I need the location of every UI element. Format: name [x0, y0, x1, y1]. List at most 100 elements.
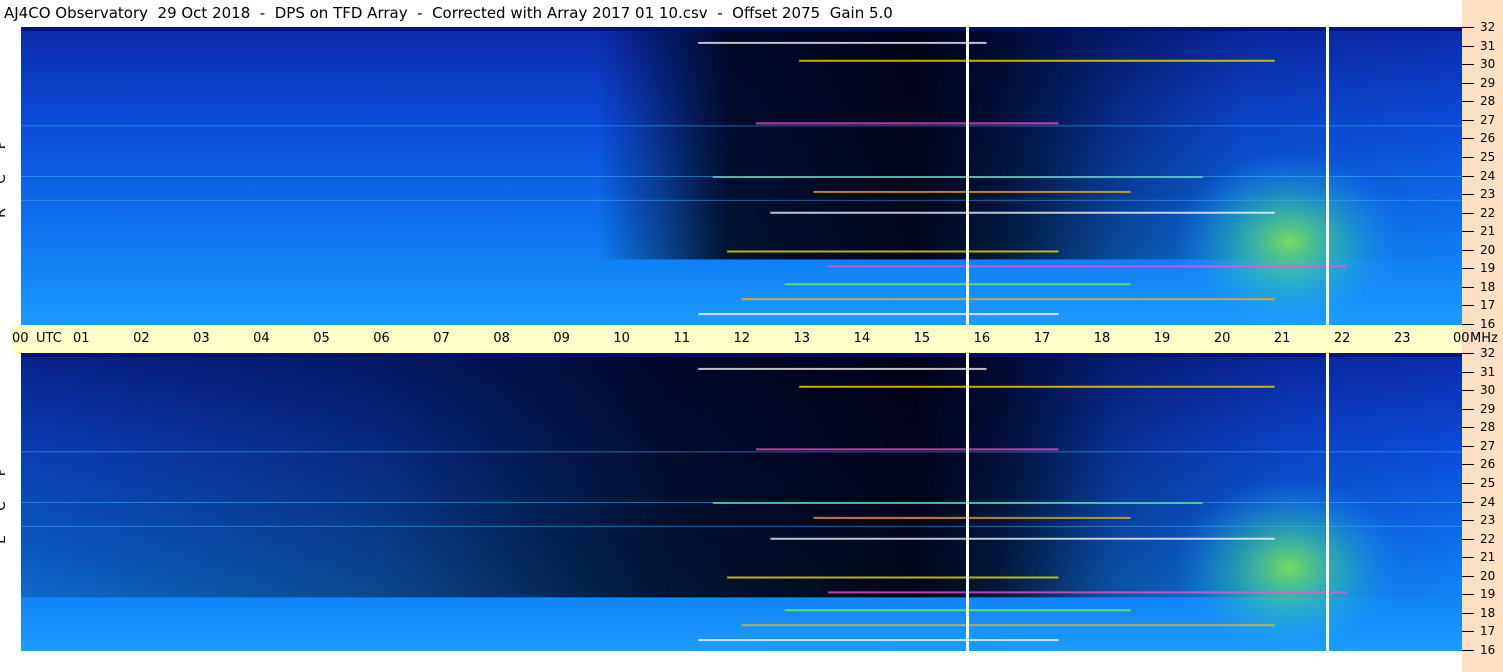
freq-tick-label: 29 — [1480, 401, 1496, 416]
freq-tick — [1462, 575, 1474, 577]
time-tick-label: 08 — [493, 331, 510, 346]
lcp-letter-c: C — [0, 498, 27, 514]
freq-tick-label: 21 — [1480, 224, 1496, 239]
freq-tick-label: 28 — [1480, 420, 1496, 435]
freq-tick-label: 30 — [1480, 57, 1496, 72]
time-tick-label: 01 — [73, 331, 90, 346]
freq-tick — [1462, 175, 1474, 177]
freq-tick — [1462, 156, 1474, 158]
rcp-letter-r: R — [0, 205, 27, 221]
freq-tick — [1462, 538, 1474, 540]
chart-title: AJ4CO Observatory 29 Oct 2018 - DPS on T… — [4, 4, 893, 22]
freq-tick — [1462, 82, 1474, 84]
carrier-line — [21, 525, 1462, 527]
interference-line — [770, 211, 1275, 214]
freq-tick-label: 32 — [1480, 20, 1496, 34]
freq-tick-label: 25 — [1480, 475, 1496, 490]
freq-tick-label: 26 — [1480, 131, 1496, 146]
freq-tick-label: 16 — [1480, 317, 1496, 331]
time-marker-line — [965, 27, 969, 325]
freq-tick-label: 27 — [1480, 438, 1496, 453]
freq-tick — [1462, 45, 1474, 47]
freq-tick — [1462, 482, 1474, 484]
time-tick-label: 14 — [853, 331, 871, 346]
time-marker-line — [965, 353, 969, 651]
freq-tick-label: 22 — [1480, 205, 1496, 220]
freq-tick-label: 31 — [1480, 38, 1496, 53]
interference-line — [755, 448, 1059, 451]
band-edge — [21, 353, 1462, 357]
freq-tick — [1462, 249, 1474, 251]
interference-line — [755, 122, 1059, 125]
freq-tick — [1462, 501, 1474, 503]
freq-tick-label: 32 — [1480, 346, 1496, 360]
freq-tick-label: 22 — [1480, 531, 1496, 546]
freq-tick-label: 20 — [1480, 568, 1496, 583]
interference-line — [727, 576, 1059, 579]
freq-tick — [1462, 427, 1474, 429]
freq-tick — [1462, 212, 1474, 214]
time-tick-label: 16 — [973, 331, 991, 346]
carrier-line — [21, 502, 1462, 503]
freq-tick-label: 29 — [1480, 75, 1496, 90]
freq-tick-label: 28 — [1480, 94, 1496, 109]
freq-tick-label: 17 — [1480, 298, 1496, 313]
interference-line — [727, 250, 1059, 253]
time-tick-label: 13 — [793, 331, 811, 346]
freq-tick — [1462, 305, 1474, 307]
freq-unit-label: MHz — [1470, 331, 1498, 346]
freq-tick — [1462, 268, 1474, 270]
freq-tick — [1462, 557, 1474, 559]
interference-line — [770, 537, 1275, 540]
carrier-line — [21, 199, 1462, 201]
interference-line — [827, 591, 1347, 594]
interference-line — [813, 190, 1131, 193]
interference-line — [784, 283, 1131, 286]
freq-tick — [1462, 119, 1474, 121]
time-tick-label: 09 — [553, 331, 570, 346]
freq-tick-label: 30 — [1480, 383, 1496, 398]
freq-tick-label: 20 — [1480, 242, 1496, 257]
freq-tick — [1462, 612, 1474, 614]
time-tick-label: 02 — [133, 331, 150, 346]
interference-line — [799, 59, 1275, 62]
freq-tick — [1462, 445, 1474, 447]
freq-tick — [1462, 650, 1474, 651]
interference-line — [784, 609, 1131, 612]
freq-tick-label: 25 — [1480, 149, 1496, 164]
freq-tick — [1462, 101, 1474, 103]
freq-tick-label: 19 — [1480, 261, 1496, 276]
interference-line — [698, 41, 987, 44]
freq-tick-label: 18 — [1480, 279, 1496, 294]
rcp-letter-p: P — [0, 137, 27, 153]
freq-tick — [1462, 390, 1474, 392]
time-marker-line — [1325, 27, 1329, 325]
time-tick-label: 23 — [1393, 331, 1411, 346]
lcp-letter-l: L — [0, 532, 27, 548]
time-tick-label: 03 — [193, 331, 210, 346]
rcp-label: P C R — [0, 128, 18, 230]
freq-tick-label: 26 — [1480, 457, 1496, 472]
freq-tick-label: 24 — [1480, 168, 1496, 183]
spectrogram-lcp — [21, 353, 1462, 651]
time-tick-label: 10 — [613, 331, 630, 346]
band-edge — [21, 27, 1462, 31]
carrier-line — [21, 451, 1462, 453]
spectrogram-lcp-canvas — [21, 353, 1462, 651]
freq-tick-label: 18 — [1480, 605, 1496, 620]
spectrogram-rcp-canvas — [21, 27, 1462, 325]
time-tick-label: 22 — [1333, 331, 1351, 346]
rcp-letter-c: C — [0, 171, 27, 187]
freq-tick-label: 23 — [1480, 513, 1496, 528]
freq-tick — [1462, 138, 1474, 140]
time-unit-label: UTC — [36, 331, 62, 346]
carrier-line — [21, 125, 1462, 127]
freq-tick-label: 23 — [1480, 187, 1496, 202]
carrier-line — [21, 176, 1462, 177]
freq-tick — [1462, 464, 1474, 466]
freq-tick — [1462, 353, 1474, 354]
interference-line — [741, 298, 1275, 301]
freq-tick — [1462, 27, 1474, 28]
freq-tick — [1462, 324, 1474, 325]
interference-line — [799, 385, 1275, 388]
